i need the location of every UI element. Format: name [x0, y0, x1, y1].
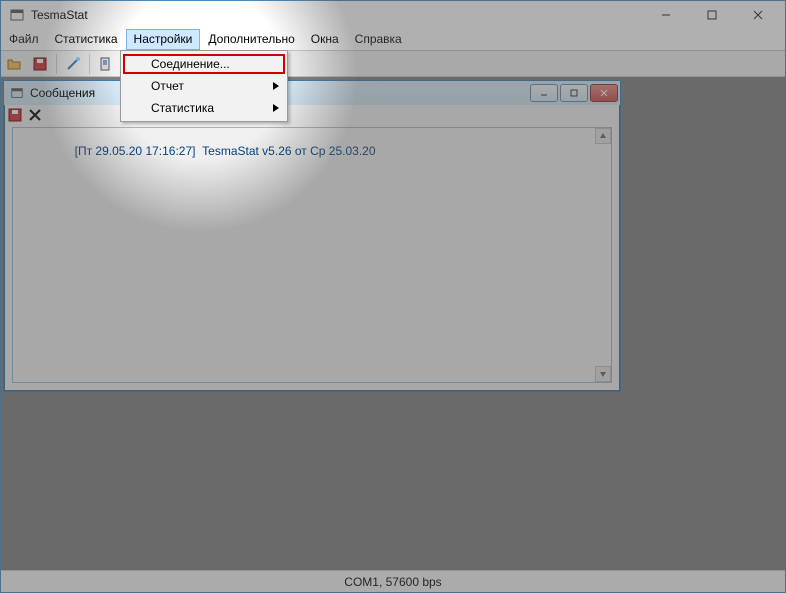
scroll-up-button[interactable]	[595, 128, 611, 144]
messages-icon	[10, 86, 24, 100]
log-line: [Пт 29.05.20 17:16:27] TesmaStat v5.26 о…	[75, 144, 376, 158]
chevron-right-icon	[273, 82, 279, 90]
chevron-right-icon	[273, 104, 279, 112]
messages-toolbar	[4, 105, 620, 125]
wand-icon[interactable]	[61, 52, 85, 76]
toolbar: T i	[1, 51, 785, 77]
messages-close-button[interactable]	[590, 84, 618, 102]
messages-maximize-button[interactable]	[560, 84, 588, 102]
dropdown-statistics[interactable]: Статистика	[121, 97, 287, 119]
app-icon	[9, 7, 25, 23]
messages-minimize-button[interactable]	[530, 84, 558, 102]
window-buttons	[643, 1, 781, 29]
messages-window-buttons	[530, 84, 618, 102]
messages-log[interactable]: [Пт 29.05.20 17:16:27] TesmaStat v5.26 о…	[12, 127, 612, 383]
messages-window: Сообщения [Пт 29.05.20 17:16:27] TesmaSt…	[3, 80, 621, 392]
open-icon[interactable]	[2, 52, 26, 76]
messages-titlebar: Сообщения	[4, 81, 620, 105]
dropdown-item-label: Отчет	[151, 79, 184, 93]
window-title: TesmaStat	[31, 8, 643, 22]
menu-windows[interactable]: Окна	[303, 29, 347, 50]
settings-dropdown: Соединение... Отчет Статистика	[120, 50, 288, 122]
dropdown-item-label: Статистика	[151, 101, 214, 115]
dropdown-item-label: Соединение...	[151, 57, 230, 71]
scroll-down-button[interactable]	[595, 366, 611, 382]
app-window: TesmaStat Файл Статистика Настройки Допо…	[0, 0, 786, 593]
messages-save-icon[interactable]	[8, 108, 22, 122]
menu-extra[interactable]: Дополнительно	[200, 29, 302, 50]
menu-help[interactable]: Справка	[347, 29, 410, 50]
titlebar: TesmaStat	[1, 1, 785, 29]
minimize-button[interactable]	[643, 1, 689, 29]
maximize-button[interactable]	[689, 1, 735, 29]
save-icon[interactable]	[28, 52, 52, 76]
toolbar-separator	[89, 54, 90, 74]
menubar: Файл Статистика Настройки Дополнительно …	[1, 29, 785, 51]
statusbar: COM1, 57600 bps	[1, 570, 785, 592]
menu-file[interactable]: Файл	[1, 29, 47, 50]
dropdown-report[interactable]: Отчет	[121, 75, 287, 97]
toolbar-separator	[56, 54, 57, 74]
device-icon[interactable]	[94, 52, 118, 76]
menu-statistics[interactable]: Статистика	[47, 29, 126, 50]
workspace: Сообщения [Пт 29.05.20 17:16:27] TesmaSt…	[1, 77, 785, 570]
status-text: COM1, 57600 bps	[344, 575, 441, 589]
dropdown-connection[interactable]: Соединение...	[121, 53, 287, 75]
messages-clear-icon[interactable]	[28, 108, 42, 122]
close-button[interactable]	[735, 1, 781, 29]
menu-settings[interactable]: Настройки	[126, 29, 201, 50]
